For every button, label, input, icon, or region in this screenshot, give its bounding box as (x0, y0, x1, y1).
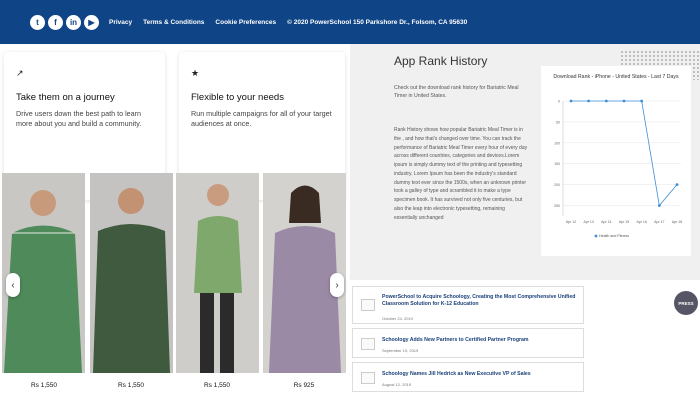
linkedin-icon[interactable]: in (66, 14, 81, 30)
data-point (657, 204, 661, 207)
data-point (640, 99, 644, 103)
x-tick-label: Apr 18 (672, 220, 682, 224)
y-tick-label: 250 (554, 204, 560, 208)
model-photo (90, 173, 173, 373)
feature-title: Flexible to your needs (191, 92, 284, 103)
youtube-icon[interactable]: ▶ (84, 14, 99, 30)
news-title[interactable]: Schoology Adds New Partners to Certified… (382, 337, 582, 344)
facebook-icon[interactable]: f (48, 14, 63, 30)
chart-title: Download Rank - iPhone - United States -… (553, 74, 679, 80)
terms-link[interactable]: Terms & Conditions (143, 19, 204, 26)
feature-title: Take them on a journey (16, 92, 115, 103)
star-icon: ★ (191, 68, 200, 78)
news-date: October 24, 2019 (382, 316, 413, 321)
series-line (571, 100, 678, 207)
news-thumbnail (361, 372, 375, 384)
x-tick-label: Apr 17 (654, 220, 664, 224)
x-tick-label: Apr 13 (584, 220, 594, 224)
carousel-next-button[interactable]: › (330, 273, 344, 297)
model-photo (176, 173, 259, 373)
data-point (569, 99, 573, 103)
app-rank-section: App Rank History Check out the download … (350, 44, 700, 280)
data-point (675, 183, 679, 187)
product-price: Rs 1,550 (30, 382, 58, 389)
chart-svg: 0 50 100 150 200 250 Apr 12 Apr 13 Apr 14 Apr 15 A… (554, 99, 682, 239)
feature-text: Drive users down the best path to learn … (16, 109, 142, 129)
y-tick-label: 100 (554, 141, 560, 145)
intro-text: Check out the download rank history for … (394, 85, 519, 100)
legend-label: Health and Fitness (599, 234, 629, 238)
news-thumbnail (361, 299, 375, 311)
section-title: App Rank History (394, 54, 488, 68)
rank-chart: Download Rank - iPhone - United States -… (541, 66, 691, 256)
body-text: Rank History shows how popular Bariatric… (394, 127, 528, 221)
news-date: August 12, 2019 (382, 382, 412, 387)
footer-links: Privacy Terms & Conditions Cookie Prefer… (109, 19, 467, 26)
news-item[interactable]: Schoology Names Jill Hedrick as New Exec… (352, 362, 584, 392)
copyright-text: © 2020 PowerSchool 150 Parkshore Dr., Fo… (287, 18, 468, 26)
data-point (604, 99, 608, 103)
news-title[interactable]: PowerSchool to Acquire Schoology, Creati… (382, 294, 582, 308)
news-date: September 19, 2019 (382, 348, 419, 353)
product-price: Rs 1,550 (117, 382, 145, 389)
privacy-link[interactable]: Privacy (109, 19, 132, 26)
trend-up-icon: ↗ (16, 68, 24, 78)
left-panel: ↗ Take them on a journey Drive users dow… (0, 44, 350, 400)
news-item[interactable]: Schoology Adds New Partners to Certified… (352, 328, 584, 358)
news-item[interactable]: PowerSchool to Acquire Schoology, Creati… (352, 286, 584, 324)
news-thumbnail (361, 338, 375, 350)
data-point (622, 99, 626, 103)
y-tick-label: 50 (556, 120, 560, 124)
social-links: t f in ▶ (30, 14, 99, 30)
x-tick-label: Apr 14 (601, 220, 611, 224)
cookie-preferences-link[interactable]: Cookie Preferences (215, 19, 276, 26)
product-image[interactable] (176, 173, 259, 373)
y-tick-label: 150 (554, 162, 560, 166)
legend-marker (594, 234, 598, 238)
x-tick-label: Apr 16 (637, 220, 647, 224)
data-point (587, 99, 591, 103)
news-section: PowerSchool to Acquire Schoology, Creati… (350, 280, 700, 400)
footer-bar: t f in ▶ Privacy Terms & Conditions Cook… (0, 0, 700, 44)
twitter-icon[interactable]: t (30, 14, 45, 30)
x-tick-label: Apr 12 (566, 220, 576, 224)
press-badge: PRESS (674, 291, 698, 315)
product-price: Rs 925 (293, 382, 315, 389)
y-tick-label: 0 (558, 100, 560, 104)
product-price: Rs 1,550 (203, 382, 231, 389)
x-tick-label: Apr 15 (619, 220, 629, 224)
y-tick-label: 200 (554, 183, 560, 187)
page: t f in ▶ Privacy Terms & Conditions Cook… (0, 0, 700, 400)
carousel-prev-button[interactable]: ‹ (6, 273, 20, 297)
feature-text: Run multiple campaigns for all of your t… (191, 109, 332, 129)
product-image[interactable] (90, 173, 173, 373)
news-title[interactable]: Schoology Names Jill Hedrick as New Exec… (382, 371, 582, 378)
